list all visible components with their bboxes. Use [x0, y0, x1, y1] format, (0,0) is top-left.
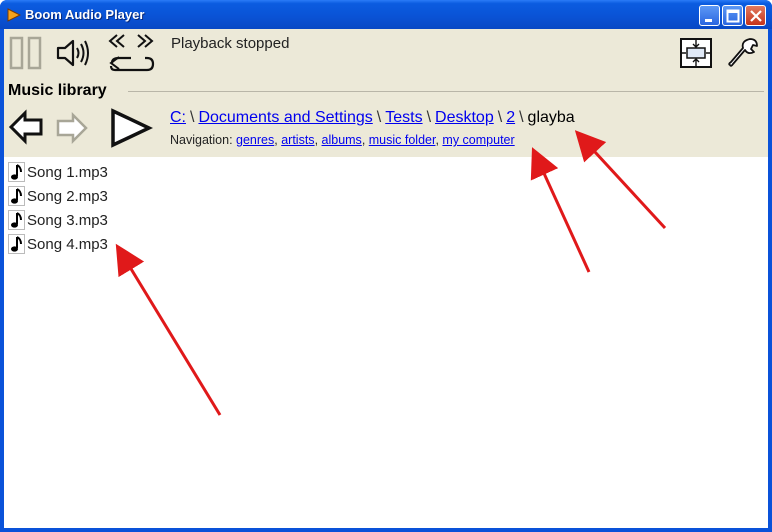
app-window: Boom Audio Player Playback stopped Music…	[0, 0, 772, 532]
breadcrumb-2[interactable]: 2	[506, 109, 515, 126]
breadcrumb-separator: \	[519, 109, 524, 126]
breadcrumb-separator: \	[376, 109, 382, 126]
settings-wrench-icon[interactable]	[728, 36, 760, 70]
music-note-icon	[8, 186, 25, 206]
nav-link-my-computer[interactable]: my computer	[442, 133, 514, 147]
close-icon	[750, 10, 762, 22]
window-title: Boom Audio Player	[25, 7, 145, 22]
minimize-button[interactable]	[699, 5, 720, 26]
music-note-icon	[8, 210, 25, 230]
nav-link-music-folder[interactable]: music folder	[369, 133, 436, 147]
song-name: Song 1.mp3	[27, 163, 108, 181]
music-library-heading: Music library	[8, 82, 107, 99]
song-list: Song 1.mp3 Song 2.mp3 Song 3.mp3 Song 4.…	[8, 160, 108, 256]
back-arrow-icon[interactable]	[8, 109, 44, 145]
list-item[interactable]: Song 4.mp3	[8, 232, 108, 256]
breadcrumb-desktop[interactable]: Desktop	[435, 109, 494, 126]
nav-link-artists[interactable]: artists	[281, 133, 314, 147]
maximize-icon	[726, 9, 740, 23]
volume-icon[interactable]	[56, 38, 92, 68]
forward-arrow-icon[interactable]	[55, 111, 89, 145]
navigation-label: Navigation:	[170, 133, 233, 147]
pause-icon[interactable]	[9, 36, 43, 70]
music-note-icon	[8, 162, 25, 182]
song-name: Song 2.mp3	[27, 187, 108, 205]
breadcrumb-current-folder: glayba	[527, 109, 575, 126]
breadcrumb-documents-and-settings[interactable]: Documents and Settings	[198, 109, 372, 126]
breadcrumb-separator: \	[497, 109, 503, 126]
music-note-icon	[8, 234, 25, 254]
list-item[interactable]: Song 2.mp3	[8, 184, 108, 208]
breadcrumb-drive-c[interactable]: C:	[170, 109, 186, 126]
breadcrumb-separator: \	[190, 109, 195, 126]
maximize-button[interactable]	[722, 5, 743, 26]
play-icon[interactable]	[109, 108, 153, 148]
list-item[interactable]: Song 3.mp3	[8, 208, 108, 232]
song-name: Song 4.mp3	[27, 235, 108, 253]
list-item[interactable]: Song 1.mp3	[8, 160, 108, 184]
toolbar-panel: Playback stopped Music library C: \ Docu…	[4, 29, 768, 157]
section-divider	[128, 91, 764, 92]
nav-link-albums[interactable]: albums	[322, 133, 362, 147]
title-bar[interactable]: Boom Audio Player	[0, 0, 772, 29]
song-name: Song 3.mp3	[27, 211, 108, 229]
minimize-icon	[705, 19, 712, 22]
resize-icon[interactable]	[679, 37, 713, 69]
repeat-icon[interactable]	[107, 32, 155, 74]
app-icon	[7, 8, 21, 22]
navigation-links: Navigation: genres, artists, albums, mus…	[170, 133, 515, 147]
breadcrumb: C: \ Documents and Settings \ Tests \ Desktop \…	[170, 109, 575, 127]
playback-status: Playback stopped	[171, 35, 290, 52]
nav-link-genres[interactable]: genres	[236, 133, 274, 147]
close-button[interactable]	[745, 5, 766, 26]
breadcrumb-separator: \	[426, 109, 432, 126]
client-area: Playback stopped Music library C: \ Docu…	[4, 29, 768, 528]
breadcrumb-tests[interactable]: Tests	[385, 109, 422, 126]
